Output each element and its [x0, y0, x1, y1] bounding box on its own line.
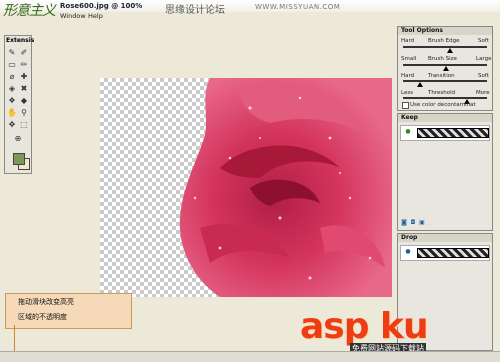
- keep-options-icon[interactable]: ▣: [419, 220, 425, 226]
- decontaminate-checkbox[interactable]: [402, 102, 409, 109]
- tool-options-title: Tool Options: [398, 27, 492, 35]
- keep-color-row[interactable]: ●: [400, 125, 490, 141]
- cleanup-icon[interactable]: ❖: [7, 96, 17, 106]
- drop-color-swatch: [417, 248, 489, 258]
- transition-thumb[interactable]: [417, 82, 423, 87]
- menu-window[interactable]: Window: [60, 12, 86, 20]
- menu-help[interactable]: Help: [88, 12, 103, 20]
- site-logo: 形意主义: [3, 3, 56, 19]
- keep-color-swatch: [417, 128, 489, 138]
- magnifier-icon[interactable]: ⊕: [13, 134, 23, 144]
- transition-min-label: Hard: [401, 73, 415, 79]
- keep-color-icon[interactable]: ✚: [19, 72, 29, 82]
- callout-line-2: 区域的不透明度: [18, 313, 67, 321]
- transition-slider[interactable]: [403, 80, 487, 82]
- delete-keep-icon[interactable]: ◘: [410, 220, 416, 226]
- callout-line-1: 拖动滑块改变高亮: [18, 298, 74, 306]
- instruction-callout: 拖动滑块改变高亮 区域的不透明度: [5, 293, 132, 329]
- brush-edge-thumb[interactable]: [447, 48, 453, 53]
- brush-edge-max-label: Soft: [478, 38, 489, 44]
- watermark: asp ku: [300, 306, 429, 347]
- drop-minus-icon: ●: [405, 248, 411, 255]
- decontaminate-label: Use color decontaminat: [410, 102, 476, 108]
- brush-size-thumb[interactable]: [443, 66, 449, 71]
- tools-panel: Extensis ✎ ✐ ▭ ✏ ⌀ ✚ ◈ ✖ ❖ ◆ ✋ ⚲ ✥ ⬚ ⊕: [4, 35, 35, 174]
- brush-edge-slider[interactable]: [403, 46, 487, 48]
- rose-image: [179, 78, 392, 297]
- site-url: WWW.MISSYUAN.COM: [255, 3, 341, 11]
- tools-panel-title: Extensis: [6, 37, 35, 44]
- select-icon[interactable]: ⬚: [19, 120, 29, 130]
- drop-color-icon[interactable]: ✖: [19, 84, 29, 94]
- brush-size-min-label: Small: [401, 56, 417, 62]
- keep-panel-title: Keep: [398, 114, 492, 122]
- callout-pointer: [14, 325, 15, 351]
- move-icon[interactable]: ✥: [7, 120, 17, 130]
- status-bar: [0, 351, 500, 362]
- brush-edge-label: Brush Edge: [428, 38, 460, 44]
- document-title: Rose600.jpg @ 100%: [60, 2, 143, 10]
- threshold-min-label: Less: [401, 90, 414, 96]
- zoom-icon[interactable]: ⚲: [19, 108, 29, 118]
- keep-plus-icon: ●: [405, 128, 411, 135]
- marker-icon[interactable]: ✐: [19, 48, 29, 58]
- threshold-label: Threshold: [428, 90, 456, 96]
- hand-icon[interactable]: ✋: [7, 108, 17, 118]
- pencil-icon[interactable]: ✏: [19, 60, 29, 70]
- fill-icon[interactable]: ◈: [7, 84, 17, 94]
- foreground-color-swatch[interactable]: [13, 153, 25, 165]
- drop-color-row[interactable]: ●: [400, 245, 490, 261]
- menu-bar: Window Help: [60, 12, 390, 22]
- brush-edge-min-label: Hard: [401, 38, 415, 44]
- edge-touchup-icon[interactable]: ◆: [19, 96, 29, 106]
- eraser-icon[interactable]: ▭: [7, 60, 17, 70]
- drop-panel-title: Drop: [398, 234, 492, 242]
- threshold-slider[interactable]: [403, 97, 487, 99]
- brush-icon[interactable]: ✎: [7, 48, 17, 58]
- add-keep-icon[interactable]: ◙: [401, 220, 407, 226]
- keep-panel: Keep ● ◙ ◘ ▣: [397, 113, 493, 231]
- threshold-max-label: More: [476, 90, 490, 96]
- brush-size-label: Brush Size: [428, 56, 457, 62]
- transition-label: Transition: [428, 73, 455, 79]
- tool-options-panel: Tool Options Hard Brush Edge Soft Small …: [397, 26, 493, 111]
- transition-max-label: Soft: [478, 73, 489, 79]
- eyedropper-icon[interactable]: ⌀: [7, 72, 17, 82]
- image-canvas[interactable]: [100, 78, 392, 297]
- brush-size-max-label: Large: [476, 56, 492, 62]
